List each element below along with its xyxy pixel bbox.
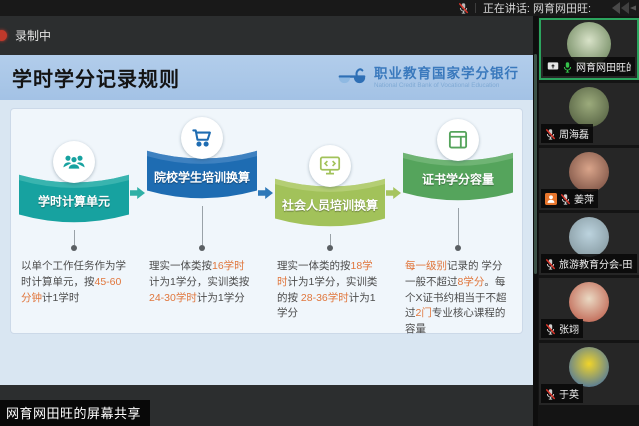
avatar — [569, 217, 609, 257]
divider — [475, 3, 476, 13]
presentation-slide: 学时学分记录规则 职业教育国家学分银行 National Credit Bank… — [0, 55, 533, 385]
connector-line — [71, 230, 77, 251]
step-label: 院校学生培训换算 — [147, 169, 257, 186]
step-2: 院校学生培训换算理实一体类按16学时计为1学分，实训类按24-30学时计为1学分 — [147, 117, 257, 306]
scrollbar-thumb[interactable] — [534, 54, 537, 274]
step-description: 以单个工作任务作为学时计算单元，按45-60分钟计1学时 — [21, 259, 127, 306]
step-description: 理实一体类按16学时计为1学分，实训类按24-30学时计为1学分 — [149, 259, 255, 306]
monitor-code-icon — [309, 145, 351, 187]
logo-name-cn: 职业教育国家学分银行 — [374, 66, 519, 82]
shared-screen-area: 录制中 学时学分记录规则 职业教育国家学分银行 National Credit … — [0, 16, 533, 426]
recording-dot-icon — [0, 30, 7, 41]
sidebar-scrollbar[interactable] — [533, 16, 538, 426]
participant-tile[interactable]: 周海磊 — [539, 83, 639, 145]
logo-name-en: National Credit Bank of Vocational Educa… — [374, 82, 519, 89]
slide-title: 学时学分记录规则 — [12, 63, 180, 92]
recording-indicator: 录制中 — [0, 27, 51, 44]
step-label: 学时计算单元 — [19, 193, 129, 210]
window-grid-icon — [437, 119, 479, 161]
participant-label: 周海磊 — [541, 124, 593, 143]
participant-name: 于英 — [559, 386, 579, 401]
step-label: 社会人员培训换算 — [275, 197, 385, 214]
participant-name: 姜萍 — [574, 191, 594, 206]
recording-label: 录制中 — [15, 27, 51, 44]
flow-arrow-icon — [257, 185, 275, 201]
screen-share-banner: 网育网田旺的屏幕共享 — [0, 400, 150, 426]
speaking-now-label: 正在讲话: 网育网田旺: — [483, 0, 591, 16]
participant-label: 旅游教育分会-田华 — [541, 254, 637, 273]
host-badge-icon — [545, 193, 557, 205]
scale-logo-icon — [336, 65, 368, 90]
credit-bank-logo: 职业教育国家学分银行 National Credit Bank of Vocat… — [336, 65, 519, 90]
step-4: 证书学分容量每一级别记录的 学分一般不超过8学分。每个X证书约相当于不超过2门专… — [403, 117, 513, 338]
participant-tile[interactable]: 张翊 — [539, 278, 639, 340]
participant-tile[interactable]: 于英 — [539, 343, 639, 405]
collapse-panel-icon[interactable] — [609, 1, 637, 18]
participant-name: 网育网田旺的屏幕共享 — [576, 59, 631, 74]
meeting-window: 正在讲话: 网育网田旺: 录制中 学时学分记录规则 — [0, 0, 639, 426]
steps-panel: 学时计算单元以单个工作任务作为学时计算单元，按45-60分钟计1学时院校学生培训… — [10, 108, 523, 334]
participant-name: 张翊 — [559, 321, 579, 336]
avatar — [569, 282, 609, 322]
connector-line — [199, 206, 205, 251]
step-1: 学时计算单元以单个工作任务作为学时计算单元，按45-60分钟计1学时 — [19, 117, 129, 306]
step-label: 证书学分容量 — [403, 171, 513, 188]
participant-label: 张翊 — [541, 319, 583, 338]
connector-line — [455, 208, 461, 251]
participant-tile[interactable]: 姜萍 — [539, 148, 639, 210]
mic-muted-icon — [545, 388, 556, 400]
participants-list: 网育网田旺的屏幕共享周海磊姜萍旅游教育分会-田华张翊于英 — [539, 18, 639, 405]
flow-arrow-icon — [385, 185, 403, 201]
mic-muted-icon — [545, 128, 556, 140]
avatar — [569, 347, 609, 387]
mic-on-icon — [562, 61, 573, 73]
step-3: 社会人员培训换算理实一体类的按18学时计为1学分，实训类的按 28-36学时计为… — [275, 117, 385, 322]
flow-arrow-icon — [129, 185, 147, 201]
mic-muted-icon — [458, 2, 469, 14]
connector-line — [327, 234, 333, 251]
people-group-icon — [53, 141, 95, 183]
participant-label: 于英 — [541, 384, 583, 403]
participant-tile[interactable]: 旅游教育分会-田华 — [539, 213, 639, 275]
mic-muted-icon — [545, 258, 556, 270]
mic-muted-icon — [545, 323, 556, 335]
cart-icon — [181, 117, 223, 159]
screen-share-icon — [547, 61, 559, 72]
meeting-top-bar: 正在讲话: 网育网田旺: — [0, 0, 639, 16]
participant-label: 姜萍 — [541, 189, 598, 208]
participant-name: 周海磊 — [559, 126, 589, 141]
participant-name: 旅游教育分会-田华 — [559, 256, 633, 271]
avatar — [569, 87, 609, 127]
step-description: 理实一体类的按18学时计为1学分，实训类的按 28-36学时计为1学分 — [277, 259, 383, 322]
mic-muted-icon — [560, 193, 571, 205]
step-description: 每一级别记录的 学分一般不超过8学分。每个X证书约相当于不超过2门专业核心课程的… — [405, 259, 511, 338]
slide-header: 学时学分记录规则 职业教育国家学分银行 National Credit Bank… — [0, 55, 533, 100]
participants-sidebar: 网育网田旺的屏幕共享周海磊姜萍旅游教育分会-田华张翊于英 — [533, 16, 639, 426]
avatar — [569, 152, 609, 192]
participant-label: 网育网田旺的屏幕共享 — [543, 57, 635, 76]
participant-tile[interactable]: 网育网田旺的屏幕共享 — [539, 18, 639, 80]
